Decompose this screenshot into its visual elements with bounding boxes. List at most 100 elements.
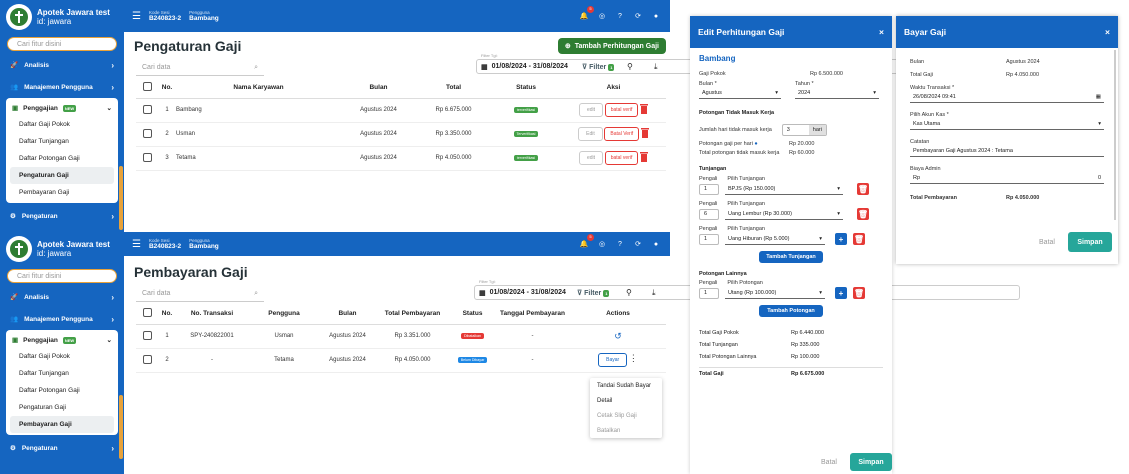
nav-salary-settings[interactable]: Pengaturan Gaji	[10, 167, 114, 184]
save-button[interactable]: Simpan	[850, 453, 892, 471]
add-allowance-button[interactable]: Tambah Tunjangan	[759, 251, 823, 263]
trash-icon[interactable]	[640, 104, 649, 115]
row-checkbox[interactable]	[142, 330, 152, 340]
nav-salary-payment[interactable]: Pembayaran Gaji	[10, 416, 114, 433]
columns-icon[interactable]: ⚲	[626, 288, 632, 297]
menu-collapse-icon[interactable]: ☰	[132, 11, 141, 22]
add-calculation-button[interactable]: ⊕ Tambah Perhitungan Gaji	[557, 38, 666, 54]
year-select[interactable]: 2024 ▾	[795, 87, 879, 99]
nav-settings[interactable]: ⚙ Pengaturan ›	[0, 437, 124, 459]
add-deduction-button[interactable]: Tambah Potongan	[759, 305, 823, 317]
chevron-right-icon: ›	[111, 60, 114, 70]
more-vertical-icon[interactable]: ⋮	[629, 353, 638, 363]
menu-mark-paid[interactable]: Tandai Sudah Bayar	[590, 378, 662, 393]
nav-salary-settings[interactable]: Pengaturan Gaji	[6, 399, 118, 416]
nav-payroll[interactable]: ▣ Penggajian NEW ⌄	[6, 100, 118, 116]
nav-allowances[interactable]: Daftar Tunjangan	[6, 133, 118, 150]
unverify-button[interactable]: batal verif	[604, 151, 639, 165]
allowance-select[interactable]: BPJS (Rp 150.000) ▾	[725, 183, 843, 195]
unverify-button[interactable]: batal verif	[604, 103, 639, 117]
cancel-button[interactable]: Batal	[1032, 232, 1062, 252]
close-icon[interactable]: ×	[879, 27, 884, 37]
undo-icon[interactable]: ↺	[614, 331, 622, 341]
close-icon[interactable]: ×	[1105, 27, 1110, 37]
edit-button[interactable]: edit	[578, 103, 604, 117]
trash-icon[interactable]	[640, 152, 649, 163]
row-checkbox[interactable]	[142, 354, 152, 364]
delete-allowance-button[interactable]: 🗑	[857, 183, 869, 195]
menu-collapse-icon[interactable]: ☰	[132, 239, 141, 250]
menu-cancel[interactable]: Batalkan	[590, 423, 662, 438]
edit-button[interactable]: Edit	[578, 127, 603, 141]
transaction-time-input[interactable]: 26/08/2024 09:41 ▦	[910, 91, 1104, 103]
multiplier-input[interactable]: 6	[699, 208, 719, 220]
select-all-checkbox[interactable]	[142, 308, 152, 318]
download-icon[interactable]: ⤓	[654, 62, 658, 72]
date-range-value: 01/08/2024 - 31/08/2024	[491, 63, 568, 70]
add-row-button[interactable]: +	[835, 233, 847, 245]
pay-button[interactable]: Bayar	[598, 353, 628, 367]
select-all-checkbox[interactable]	[142, 82, 152, 92]
table-row: 2- Tetama Agustus 2024 Rp 4.050.000 Belum Di…	[136, 348, 666, 373]
account-icon[interactable]: ●	[650, 238, 662, 250]
nav-analysis[interactable]: 🚀 Analisis ›	[0, 286, 124, 308]
trash-icon[interactable]	[640, 128, 649, 139]
bell-icon[interactable]: 🔔 5	[578, 6, 594, 22]
nav-payroll[interactable]: ▣ Penggajian NEW ⌄	[6, 332, 118, 348]
row-checkbox[interactable]	[142, 128, 152, 138]
download-icon[interactable]: ⤓	[652, 288, 656, 298]
nav-base-salary[interactable]: Daftar Gaji Pokok	[6, 116, 118, 133]
whatsapp-icon[interactable]: ◎	[596, 10, 608, 22]
search-input[interactable]: Cari data ⌕	[136, 60, 264, 76]
nav-user-management[interactable]: 👥 Manajemen Pengguna ›	[0, 76, 124, 98]
admin-fee-input[interactable]: Rp 0	[910, 172, 1104, 184]
cash-account-select[interactable]: Kas Utama ▾	[910, 118, 1104, 130]
modal-scrollbar[interactable]	[1114, 50, 1116, 220]
row-checkbox[interactable]	[142, 104, 152, 114]
note-input[interactable]: Pembayaran Gaji Agustus 2024 : Tetama	[910, 145, 1104, 157]
allowance-select[interactable]: Uang Lembur (Rp 30.000) ▾	[725, 208, 843, 220]
bell-icon[interactable]: 🔔 5	[578, 234, 594, 250]
save-button[interactable]: Simpan	[1068, 232, 1112, 252]
refresh-icon[interactable]: ⟳	[632, 10, 644, 22]
row-checkbox[interactable]	[142, 152, 152, 162]
filter-button[interactable]: ⊽ Filter 1	[582, 63, 615, 71]
help-icon[interactable]: ?	[614, 238, 626, 250]
unverify-button[interactable]: Batal Verif	[604, 127, 640, 141]
help-icon[interactable]: ?	[614, 10, 626, 22]
nav-salary-payment[interactable]: Pembayaran Gaji	[6, 184, 118, 201]
columns-icon[interactable]: ⚲	[627, 62, 633, 71]
refresh-icon[interactable]: ⟳	[632, 238, 644, 250]
multiplier-input[interactable]: 1	[699, 183, 719, 195]
cancel-button[interactable]: Batal	[814, 453, 844, 471]
menu-print-slip[interactable]: Cetak Slip Gaji	[590, 408, 662, 423]
filter-button[interactable]: ⊽ Filter 1	[577, 289, 610, 297]
users-icon: 👥	[10, 84, 19, 91]
month-select[interactable]: Agustus ▾	[699, 87, 781, 99]
delete-allowance-button[interactable]: 🗑	[857, 208, 869, 220]
search-input[interactable]: Cari data ⌕	[136, 286, 264, 302]
account-icon[interactable]: ●	[650, 10, 662, 22]
nav-user-management[interactable]: 👥 Manajemen Pengguna ›	[0, 308, 124, 330]
multiplier-input[interactable]: 1	[699, 233, 719, 245]
edit-button[interactable]: edit	[578, 151, 604, 165]
nav-settings[interactable]: ⚙ Pengaturan ›	[0, 205, 124, 227]
whatsapp-icon[interactable]: ◎	[596, 238, 608, 250]
scrollbar-thumb[interactable]	[119, 166, 123, 230]
nav-deductions[interactable]: Daftar Potongan Gaji	[6, 382, 118, 399]
nav-deductions[interactable]: Daftar Potongan Gaji	[6, 150, 118, 167]
multiplier-input[interactable]: 1	[699, 287, 719, 299]
nav-base-salary[interactable]: Daftar Gaji Pokok	[6, 348, 118, 365]
add-row-button[interactable]: +	[835, 287, 847, 299]
feature-search-input[interactable]: Cari fitur disini	[7, 37, 117, 51]
allowance-select[interactable]: Uang Hiburan (Rp 5.000) ▾	[725, 233, 825, 245]
nav-allowances[interactable]: Daftar Tunjangan	[6, 365, 118, 382]
delete-allowance-button[interactable]: 🗑	[853, 233, 865, 245]
scrollbar-thumb[interactable]	[119, 395, 123, 459]
deduction-select[interactable]: Utang (Rp 100.000) ▾	[725, 287, 825, 299]
menu-detail[interactable]: Detail	[590, 393, 662, 408]
nav-analysis[interactable]: 🚀 Analisis ›	[0, 54, 124, 76]
absent-days-input[interactable]: 3	[783, 125, 809, 135]
feature-search-input[interactable]: Cari fitur disini	[7, 269, 117, 283]
delete-deduction-button[interactable]: 🗑	[853, 287, 865, 299]
